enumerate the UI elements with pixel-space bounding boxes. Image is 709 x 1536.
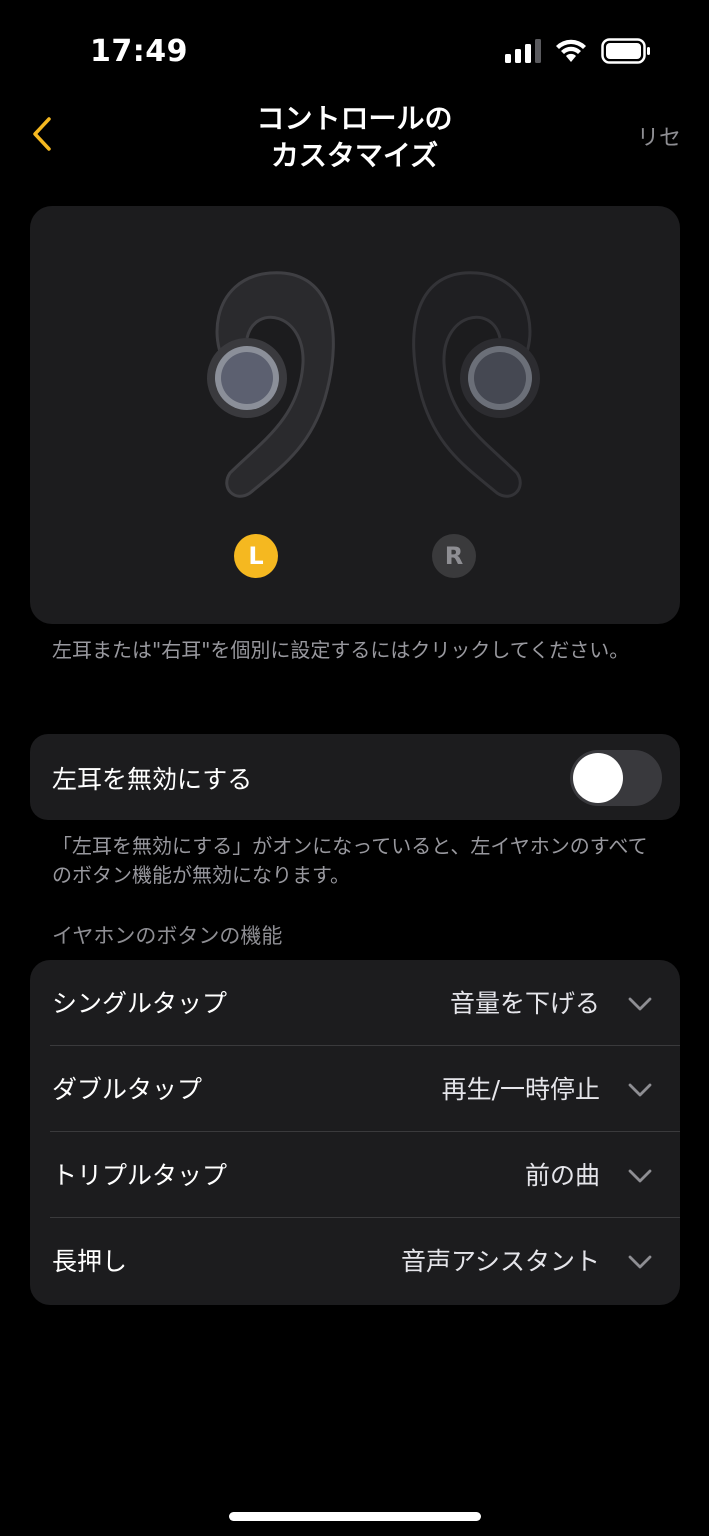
reset-button[interactable]: リセ <box>637 120 681 152</box>
chevron-down-icon <box>628 997 652 1011</box>
disable-left-row: 左耳を無効にする <box>30 734 680 820</box>
earbuds-selector-card: L R <box>30 206 680 624</box>
right-ear-button[interactable]: R <box>432 534 476 578</box>
status-bar: 17:49 <box>0 0 709 100</box>
status-icons <box>505 38 651 64</box>
function-label: 長押し <box>52 1247 128 1276</box>
home-indicator[interactable] <box>229 1512 481 1521</box>
function-row-long-press[interactable]: 長押し 音声アシスタント <box>30 1218 680 1304</box>
select-ear-hint: 左耳または"右耳"を個別に設定するにはクリックしてください。 <box>52 638 630 662</box>
left-earbud-image[interactable] <box>185 268 365 508</box>
nav-header: コントロールの カスタマイズ リセ <box>0 96 709 186</box>
page-title: コントロールの カスタマイズ <box>0 100 709 174</box>
function-label: シングルタップ <box>52 989 228 1018</box>
chevron-down-icon <box>628 1169 652 1183</box>
disable-left-toggle[interactable] <box>570 750 662 806</box>
chevron-down-icon <box>628 1255 652 1269</box>
wifi-icon <box>556 39 586 62</box>
chevron-down-icon <box>628 1083 652 1097</box>
function-label: ダブルタップ <box>52 1075 203 1104</box>
status-time: 17:49 <box>90 34 188 69</box>
toggle-knob <box>573 753 623 803</box>
function-value: 音声アシスタント <box>400 1247 600 1276</box>
page-title-line1: コントロールの <box>256 102 453 135</box>
left-ear-button[interactable]: L <box>234 534 278 578</box>
signal-icon <box>505 39 541 63</box>
battery-icon <box>601 38 650 64</box>
function-label: トリプルタップ <box>52 1161 228 1190</box>
function-row-double-tap[interactable]: ダブルタップ 再生/一時停止 <box>30 1046 680 1132</box>
disable-left-label: 左耳を無効にする <box>52 765 253 794</box>
function-row-single-tap[interactable]: シングルタップ 音量を下げる <box>30 960 680 1046</box>
right-earbud-image[interactable] <box>382 268 562 508</box>
function-value: 再生/一時停止 <box>441 1075 600 1104</box>
button-functions-section-title: イヤホンのボタンの機能 <box>52 924 283 948</box>
function-row-triple-tap[interactable]: トリプルタップ 前の曲 <box>30 1132 680 1218</box>
button-functions-list: シングルタップ 音量を下げる ダブルタップ 再生/一時停止 トリプルタップ 前の… <box>30 960 680 1305</box>
page-title-line2: カスタマイズ <box>270 139 439 172</box>
function-value: 音量を下げる <box>449 989 600 1018</box>
disable-left-hint: 「左耳を無効にする」がオンになっていると、左イヤホンのすべてのボタン機能が無効に… <box>52 834 648 887</box>
function-value: 前の曲 <box>524 1161 600 1190</box>
